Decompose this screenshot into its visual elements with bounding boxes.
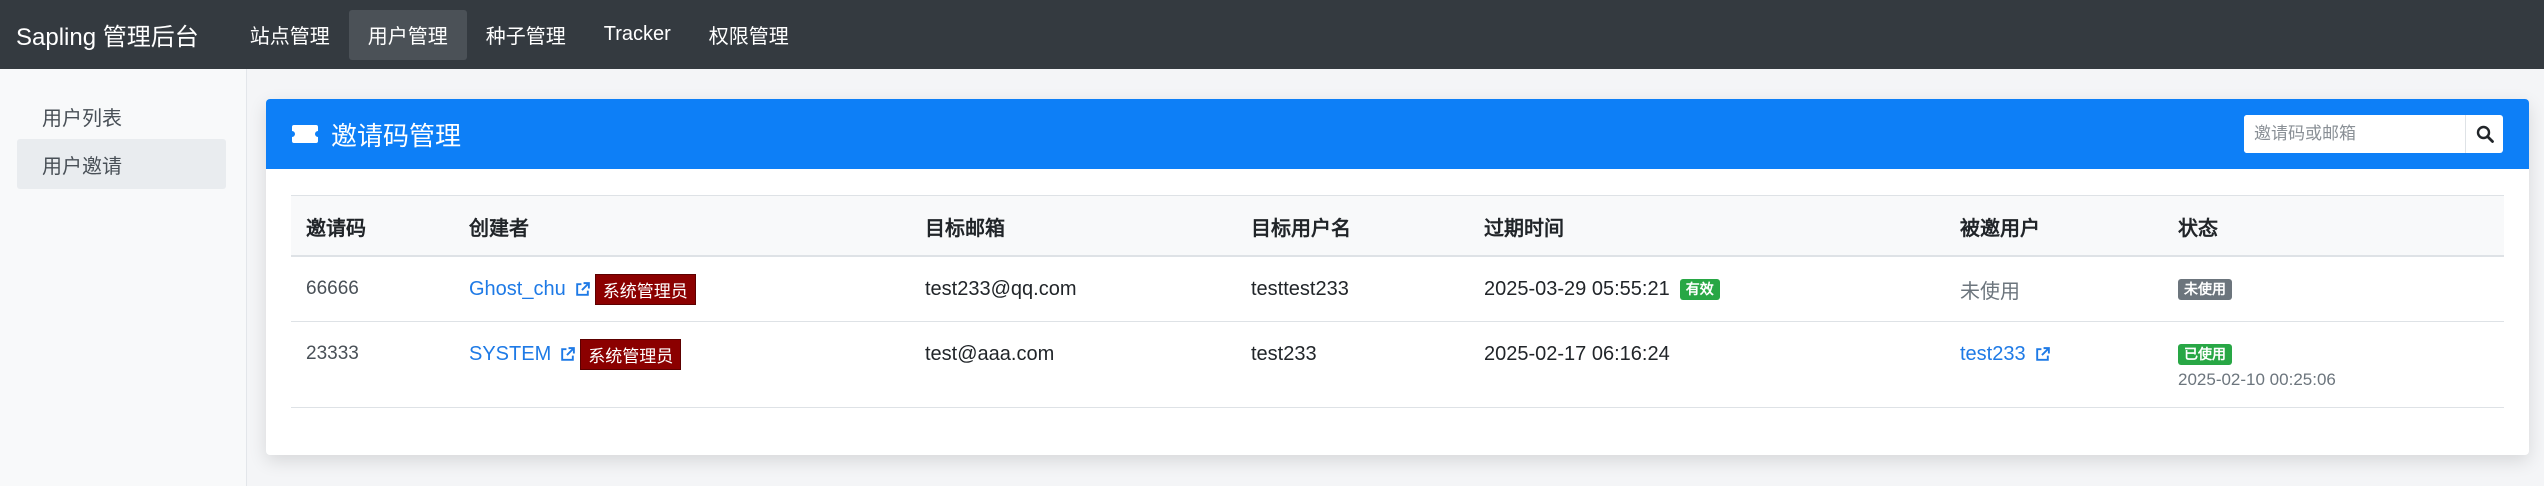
creator-role-badge: 系统管理员 — [594, 273, 696, 305]
invite-code-card: 邀请码管理 邀请码 创建者 目标邮箱 目标用户名 过期时间 被邀用户 状态 66… — [266, 99, 2529, 455]
card-header: 邀请码管理 — [266, 99, 2529, 169]
status-cell: 未使用 — [2168, 257, 2232, 321]
invite-code: 23333 — [306, 343, 359, 364]
external-link-icon[interactable] — [574, 281, 591, 298]
card-title: 邀请码管理 — [291, 99, 461, 169]
search-icon — [2476, 125, 2494, 143]
sidebar-item-user-invite[interactable]: 用户邀请 — [17, 139, 226, 189]
nav-site-management[interactable]: 站点管理 — [231, 10, 349, 60]
nav-tracker[interactable]: Tracker — [585, 10, 690, 60]
target-username: test233 — [1251, 342, 1317, 365]
used-time: 2025-02-10 00:25:06 — [2178, 370, 2336, 389]
th-expire-time: 过期时间 — [1484, 217, 1564, 240]
sidebar: 用户列表 用户邀请 — [0, 69, 247, 486]
status-badge: 已使用 — [2178, 343, 2232, 365]
status-badge: 未使用 — [2178, 278, 2232, 300]
creator-cell: SYSTEM 系统管理员 — [469, 322, 682, 386]
nav-permission-management[interactable]: 权限管理 — [690, 10, 808, 60]
external-link-icon[interactable] — [559, 346, 576, 363]
sidebar-item-user-list[interactable]: 用户列表 — [17, 91, 226, 141]
search-input[interactable] — [2244, 115, 2465, 153]
th-target-email: 目标邮箱 — [925, 217, 1005, 240]
expire-cell: 2025-03-29 05:55:21 有效 — [1484, 257, 1720, 321]
search-button[interactable] — [2465, 115, 2503, 153]
target-email: test@aaa.com — [925, 342, 1055, 365]
target-username: testtest233 — [1251, 277, 1349, 300]
table-row: 23333 SYSTEM 系统管理员 test@aaa.com test233 … — [291, 322, 2504, 408]
th-code: 邀请码 — [306, 217, 366, 240]
nav-user-management[interactable]: 用户管理 — [348, 9, 467, 60]
top-navbar: Sapling 管理后台 站点管理 用户管理 种子管理 Tracker 权限管理 — [0, 0, 2544, 69]
brand-title[interactable]: Sapling 管理后台 — [0, 17, 199, 52]
th-status: 状态 — [2178, 217, 2218, 240]
table-header-row: 邀请码 创建者 目标邮箱 目标用户名 过期时间 被邀用户 状态 — [291, 195, 2504, 257]
expire-time: 2025-03-29 05:55:21 — [1484, 277, 1670, 300]
th-invitee: 被邀用户 — [1960, 217, 2040, 240]
ticket-icon — [292, 125, 318, 143]
invitee-cell: test233 — [1960, 322, 2051, 386]
target-email: test233@qq.com — [925, 277, 1077, 300]
expire-time: 2025-02-17 06:16:24 — [1484, 342, 1670, 365]
creator-link[interactable]: Ghost_chu — [469, 278, 566, 301]
card-title-text: 邀请码管理 — [331, 120, 462, 151]
nav-torrent-management[interactable]: 种子管理 — [467, 10, 585, 60]
invite-code: 66666 — [306, 278, 359, 299]
valid-badge: 有效 — [1679, 278, 1720, 300]
external-link-icon[interactable] — [2034, 346, 2051, 363]
th-target-username: 目标用户名 — [1251, 217, 1351, 240]
creator-link[interactable]: SYSTEM — [469, 343, 551, 366]
creator-cell: Ghost_chu 系统管理员 — [469, 257, 696, 321]
table-row: 66666 Ghost_chu 系统管理员 test233@qq.com tes… — [291, 257, 2504, 322]
invitee-unused: 未使用 — [1960, 280, 2020, 303]
creator-role-badge: 系统管理员 — [580, 338, 682, 370]
invitee-link[interactable]: test233 — [1960, 343, 2026, 366]
search-box — [2244, 115, 2503, 153]
th-creator: 创建者 — [469, 217, 529, 240]
